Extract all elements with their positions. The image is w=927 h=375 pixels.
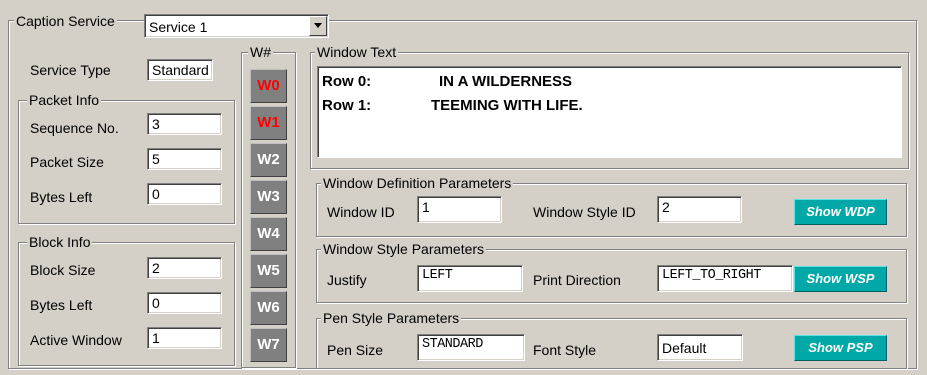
service-type-label: Service Type <box>30 62 111 78</box>
wdp-title: Window Definition Parameters <box>321 175 514 191</box>
wsp-title: Window Style Parameters <box>321 241 487 257</box>
packet-size-field[interactable]: 5 <box>147 148 222 170</box>
block-size-field[interactable]: 2 <box>147 257 222 279</box>
packet-bytes-left-field[interactable]: 0 <box>147 183 222 205</box>
window-button-w0[interactable]: W0 <box>250 69 287 103</box>
row-1-label: Row 1: <box>322 97 372 114</box>
print-direction-label: Print Direction <box>533 272 621 288</box>
row-1-text: TEEMING WITH LIFE. <box>431 97 583 114</box>
window-id-field[interactable]: 1 <box>417 196 502 223</box>
caption-service-select[interactable]: Service 1 <box>144 14 329 38</box>
pen-size-field[interactable]: STANDARD <box>417 334 525 361</box>
show-psp-button[interactable]: Show PSP <box>794 335 887 361</box>
window-button-w7[interactable]: W7 <box>250 328 287 362</box>
show-wdp-button[interactable]: Show WDP <box>794 199 887 225</box>
active-window-label: Active Window <box>30 332 122 348</box>
window-button-w6[interactable]: W6 <box>250 291 287 325</box>
row-0-text: IN A WILDERNESS <box>439 73 573 90</box>
caption-service-dropdown-button[interactable] <box>309 16 327 36</box>
font-style-field[interactable]: Default <box>657 334 743 361</box>
show-wsp-button[interactable]: Show WSP <box>794 266 887 292</box>
block-size-label: Block Size <box>30 262 96 278</box>
window-select-title: W# <box>248 44 273 60</box>
window-button-w2[interactable]: W2 <box>250 143 287 177</box>
window-style-id-field[interactable]: 2 <box>657 196 742 223</box>
justify-label: Justify <box>327 272 367 288</box>
block-info-title: Block Info <box>27 234 93 250</box>
packet-info-title: Packet Info <box>27 92 102 108</box>
window-button-w3[interactable]: W3 <box>250 180 287 214</box>
packet-size-label: Packet Size <box>30 154 104 170</box>
block-bytes-left-label: Bytes Left <box>30 297 93 313</box>
sequence-no-field[interactable]: 3 <box>147 113 222 135</box>
window-style-id-label: Window Style ID <box>533 204 636 220</box>
block-bytes-left-field[interactable]: 0 <box>147 292 222 314</box>
active-window-field[interactable]: 1 <box>147 327 222 349</box>
packet-bytes-left-label: Bytes Left <box>30 189 93 205</box>
window-text-area[interactable]: Row 0: IN A WILDERNESS Row 1: TEEMING WI… <box>317 66 902 158</box>
sequence-no-label: Sequence No. <box>30 120 119 136</box>
window-text-title: Window Text <box>315 44 399 60</box>
caption-service-label: Caption Service <box>14 13 117 29</box>
psp-title: Pen Style Parameters <box>321 310 462 326</box>
window-button-w5[interactable]: W5 <box>250 254 287 288</box>
window-button-w1[interactable]: W1 <box>250 106 287 140</box>
chevron-down-icon <box>314 23 322 28</box>
pen-size-label: Pen Size <box>327 342 384 358</box>
font-style-label: Font Style <box>533 342 597 358</box>
window-button-w4[interactable]: W4 <box>250 217 287 251</box>
service-type-field[interactable]: Standard <box>147 59 213 81</box>
justify-field[interactable]: LEFT <box>417 265 523 292</box>
print-direction-field[interactable]: LEFT_TO_RIGHT <box>657 265 793 292</box>
window-id-label: Window ID <box>327 204 395 220</box>
row-0-label: Row 0: <box>322 73 372 90</box>
